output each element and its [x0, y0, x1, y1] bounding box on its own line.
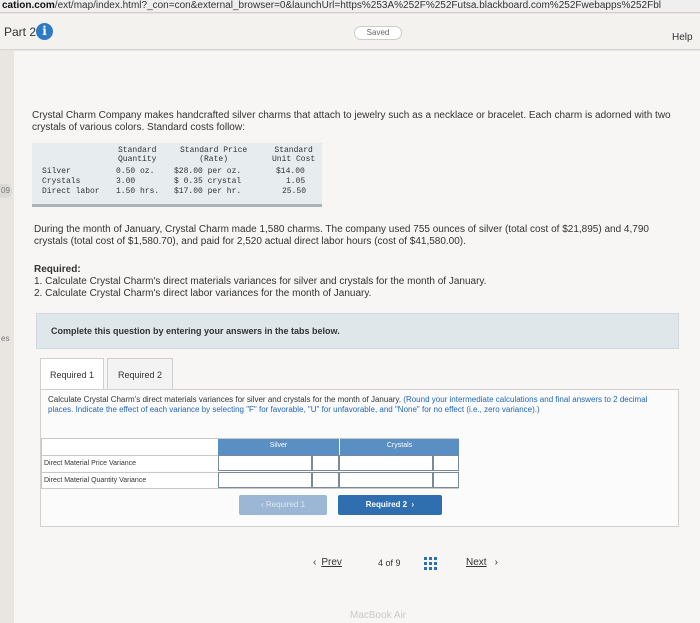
header-standard-unit-cost: Standard Unit Cost — [272, 146, 316, 164]
silver-quantity-variance-select[interactable] — [312, 472, 339, 488]
silver-unit-cost: $14.00 — [276, 167, 305, 176]
chevron-right-icon: › — [494, 557, 498, 568]
column-header-silver: Silver — [218, 439, 339, 455]
crystals-unit-cost: 1.05 — [286, 177, 306, 186]
grid-corner — [42, 439, 218, 455]
row-label-direct-labor: Direct labor — [42, 187, 100, 196]
silver-price-variance-select[interactable] — [312, 455, 339, 471]
help-link[interactable]: Help — [672, 32, 693, 43]
column-header-crystals: Crystals — [339, 439, 459, 455]
header-standard-quantity: Standard Quantity — [118, 146, 157, 164]
assignment-header: Part 2 i Saved Help — [0, 14, 700, 50]
labor-price: $17.00 per hr. — [174, 187, 242, 196]
chevron-right-icon: › — [407, 500, 415, 509]
silver-qty: 0.50 oz. — [116, 167, 155, 176]
tab-required-1[interactable]: Required 1 — [40, 358, 104, 390]
crystals-price: $ 0.35 crystal — [174, 177, 242, 186]
saved-status-badge: Saved — [354, 26, 402, 40]
january-data-paragraph: During the month of January, Crystal Cha… — [34, 224, 649, 247]
question-grid-icon[interactable] — [424, 557, 438, 571]
crystals-price-variance-select[interactable] — [433, 455, 459, 471]
silver-price-variance-input[interactable] — [218, 455, 312, 471]
row-label-quantity-variance: Direct Material Quantity Variance — [42, 472, 218, 488]
problem-intro: Crystal Charm Company makes handcrafted … — [32, 110, 671, 133]
next-question-link[interactable]: Next › — [466, 557, 498, 568]
required-item-2: 2. Calculate Crystal Charm's direct labo… — [34, 288, 372, 299]
page-counter: 4 of 9 — [378, 558, 401, 568]
next-label: Next — [466, 557, 487, 568]
required-item-1: 1. Calculate Crystal Charm's direct mate… — [34, 276, 487, 287]
prev-question-link[interactable]: ‹ Prev — [313, 557, 342, 568]
row-label-crystals: Crystals — [42, 177, 81, 186]
side-tab-upper[interactable]: 09 — [0, 184, 12, 198]
variance-answer-grid: Silver Crystals Direct Material Price Va… — [41, 438, 459, 489]
chevron-left-icon: ‹ — [313, 557, 317, 568]
prev-label: Prev — [321, 557, 342, 568]
silver-price: $28.00 per oz. — [174, 167, 242, 176]
row-label-silver: Silver — [42, 167, 71, 176]
row-label-price-variance: Direct Material Price Variance — [42, 455, 218, 471]
instructions-main: Calculate Crystal Charm's direct materia… — [48, 395, 402, 404]
next-required-button[interactable]: Required 2 › — [338, 495, 442, 515]
crystals-quantity-variance-input[interactable] — [339, 472, 433, 488]
crystals-price-variance-input[interactable] — [339, 455, 433, 471]
silver-quantity-variance-input[interactable] — [218, 472, 312, 488]
labor-qty: 1.50 hrs. — [116, 187, 160, 196]
tab-required-2[interactable]: Required 2 — [107, 358, 173, 390]
url-path: /ext/map/index.html?_con=con&external_br… — [54, 0, 661, 11]
required-heading: Required: — [34, 264, 81, 275]
previous-required-button[interactable]: ‹ Required 1 — [239, 495, 327, 515]
complete-instructions-box: Complete this question by entering your … — [36, 313, 679, 349]
previous-required-label: Required 1 — [265, 500, 306, 509]
side-tab-lower[interactable]: es — [0, 332, 12, 346]
panel-instructions: Calculate Crystal Charm's direct materia… — [48, 395, 668, 415]
required-section: Required: 1. Calculate Crystal Charm's d… — [34, 264, 486, 300]
standard-cost-table: Standard Quantity Standard Price (Rate) … — [32, 143, 322, 207]
browser-url-bar[interactable]: cation.com/ext/map/index.html?_con=con&e… — [0, 0, 700, 13]
url-domain: cation.com — [2, 0, 55, 11]
labor-unit-cost: 25.50 — [282, 187, 307, 196]
info-icon[interactable]: i — [36, 23, 53, 40]
crystals-quantity-variance-select[interactable] — [433, 472, 459, 488]
device-watermark: MacBook Air — [350, 610, 407, 621]
part-label: Part 2 — [4, 25, 37, 39]
header-standard-price: Standard Price (Rate) — [180, 146, 248, 164]
crystals-qty: 3.00 — [116, 177, 136, 186]
next-required-label: Required 2 — [365, 500, 408, 509]
